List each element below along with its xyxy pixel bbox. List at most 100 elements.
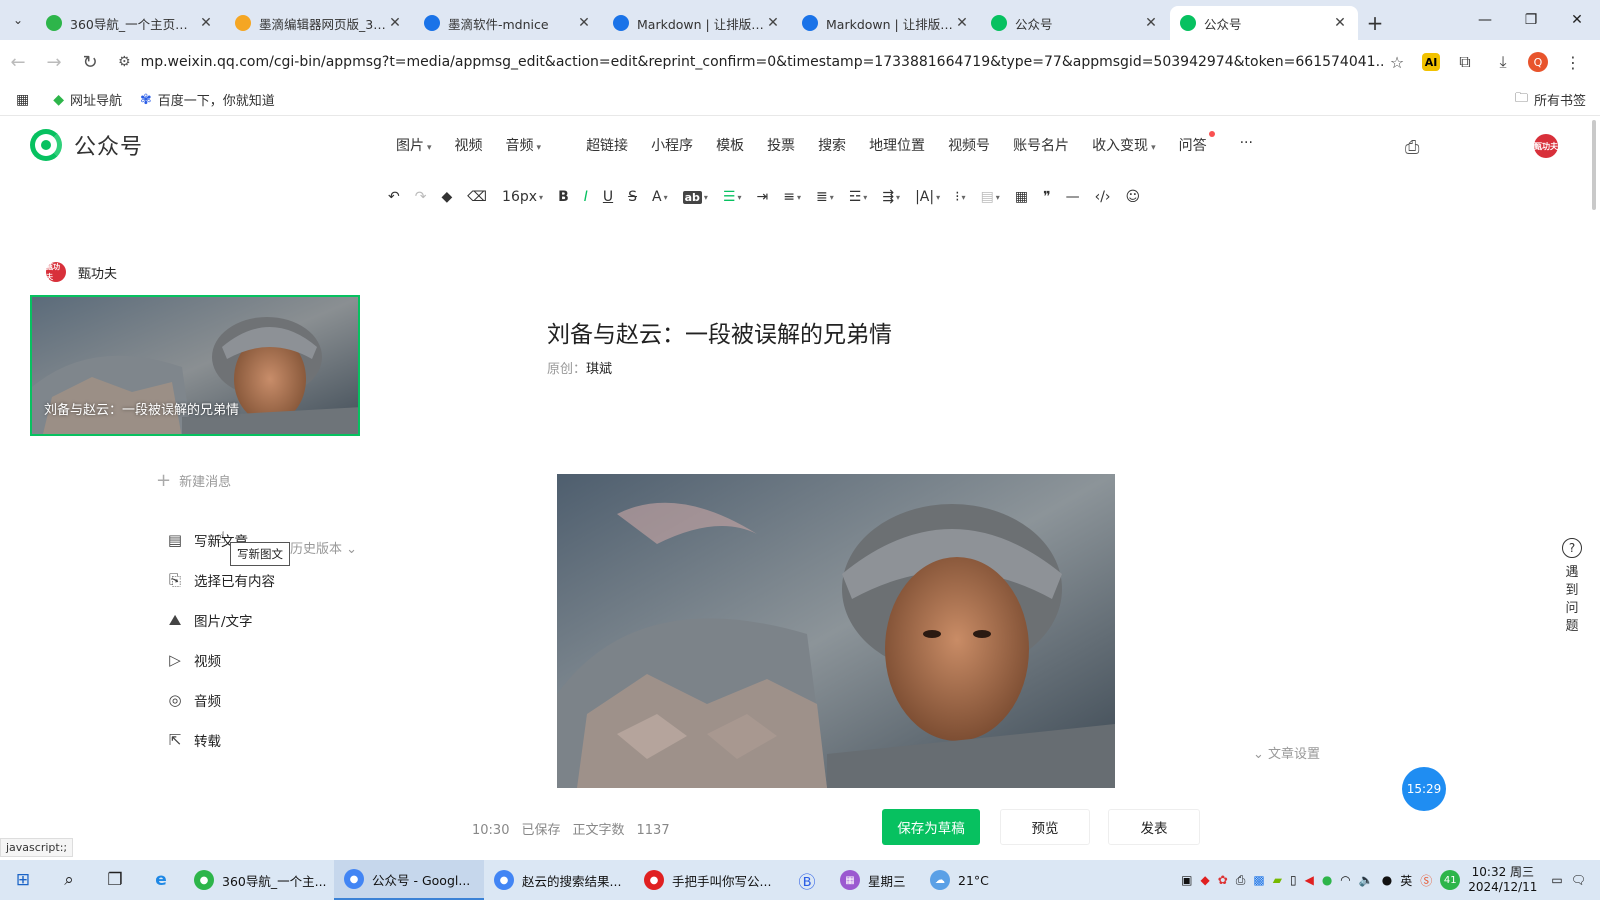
insert-menu-item[interactable]: 搜索 (818, 135, 846, 155)
more-menu-icon[interactable]: ··· (1240, 135, 1253, 155)
sogou-icon[interactable]: Ⓢ (1420, 872, 1432, 889)
show-desktop-icon[interactable]: ▭ (1551, 873, 1562, 887)
bullet-list-icon[interactable]: ⁝ (955, 189, 965, 205)
tab-search-button[interactable]: ⌄ (0, 0, 36, 40)
insert-menu-item[interactable]: 小程序 (651, 135, 693, 155)
mp-logo[interactable]: 公众号 (30, 129, 143, 161)
code-icon[interactable]: ‹/› (1095, 189, 1111, 205)
bold-icon[interactable]: B (558, 189, 569, 205)
forward-button[interactable]: → (36, 44, 72, 80)
font-color-icon[interactable]: A (652, 189, 668, 205)
insert-menu-item[interactable]: 图片 (396, 135, 432, 155)
line-height-icon[interactable]: ☲ (849, 189, 868, 205)
quote-icon[interactable]: ❞ (1043, 189, 1051, 205)
tray-app-icon[interactable]: ● (1322, 873, 1332, 887)
browser-tab[interactable]: 360导航_一个主页，整个世界✕ (36, 6, 224, 40)
browser-tab[interactable]: 公众号 ✕ (1170, 6, 1358, 40)
taskbar-app[interactable]: ● 360导航_一个主... (184, 860, 334, 900)
task-view-icon[interactable]: ❐ (92, 860, 138, 900)
menu-item[interactable]: ◎ 音频 (166, 680, 275, 720)
article-image[interactable] (557, 474, 1115, 788)
emoji-icon[interactable]: ☺ (1126, 189, 1141, 205)
browser-tab[interactable]: 公众号 ✕ (981, 6, 1169, 40)
indent-icon[interactable]: ⇥ (757, 189, 769, 205)
insert-menu-item[interactable]: 问答 (1179, 131, 1215, 155)
insert-menu-item[interactable]: 投票 (767, 135, 795, 155)
taskbar-app[interactable]: ● 手把手叫你写公... (634, 860, 784, 900)
tray-app-icon[interactable]: ◀ (1305, 873, 1314, 887)
close-tab-icon[interactable]: ✕ (765, 15, 781, 31)
article-cover-card[interactable]: 刘备与赵云：一段被误解的兄弟情 (30, 295, 360, 436)
align-center-icon[interactable]: ≡ (783, 189, 801, 205)
help-side-button[interactable]: ? 遇到问题 (1557, 538, 1587, 636)
indent-menu-icon[interactable]: ⇶ (882, 189, 900, 205)
insert-menu-item[interactable]: 收入变现 (1092, 135, 1156, 155)
article-title[interactable]: 刘备与赵云：一段被误解的兄弟情 (547, 315, 892, 349)
extensions-icon[interactable]: ⧉ (1452, 49, 1478, 75)
ime-indicator[interactable]: 英 (1400, 872, 1412, 889)
browser-tab[interactable]: Markdown | 让排版变 Nice✕ (603, 6, 791, 40)
menu-item[interactable]: ⛰ 图片/文字 (166, 600, 275, 640)
search-icon[interactable]: ⌕ (46, 860, 92, 900)
background-color-icon[interactable]: ab (682, 190, 708, 204)
insert-menu-item[interactable]: 地理位置 (869, 135, 925, 155)
clear-format-icon[interactable]: ⌫ (467, 189, 487, 205)
taskbar-app[interactable]: ● 公众号 - Googl... (334, 860, 484, 900)
bookmark-baidu[interactable]: ✾ 百度一下，你就知道 (140, 90, 275, 110)
ai-extension-icon[interactable]: AI (1422, 53, 1440, 71)
volume-icon[interactable]: 🔈 (1359, 873, 1374, 887)
site-info-icon[interactable]: ⚙ (118, 54, 131, 70)
all-bookmarks[interactable]: 🗀 所有书签 (1515, 89, 1586, 111)
wifi-icon[interactable]: ◠ (1340, 873, 1350, 887)
float-icon[interactable]: ▤ (981, 189, 1000, 205)
notification-center-icon[interactable]: 🗨 (1571, 873, 1586, 887)
letter-spacing-icon[interactable]: |A| (915, 189, 940, 205)
browser-tab[interactable]: 墨滴软件-mdnice ✕ (414, 6, 602, 40)
doc-sidebar-icon[interactable]: ⎙ (1405, 137, 1419, 158)
bluetooth-app-icon[interactable]: Ⓑ (784, 860, 830, 900)
apps-grid-icon[interactable]: ▦ (16, 92, 35, 108)
paragraph-spacing-icon[interactable]: ≣ (816, 189, 834, 205)
close-tab-icon[interactable]: ✕ (387, 15, 403, 31)
reload-button[interactable]: ↻ (72, 44, 108, 80)
article-byline[interactable]: 原创：琪斌 (547, 358, 612, 377)
close-tab-icon[interactable]: ✕ (1143, 15, 1159, 31)
tray-app-icon[interactable]: ▩ (1253, 873, 1264, 887)
nvidia-icon[interactable]: ▰ (1273, 873, 1282, 887)
browser-tab[interactable]: 墨滴编辑器网页版_360搜索✕ (225, 6, 413, 40)
insert-menu-item[interactable]: 超链接 (586, 135, 628, 155)
back-button[interactable]: ← (0, 44, 36, 80)
tray-app-icon[interactable]: ◆ (1200, 873, 1209, 887)
insert-menu-item[interactable]: 视频号 (948, 135, 990, 155)
battery-icon[interactable]: ▯ (1290, 873, 1297, 887)
menu-item[interactable]: ▷ 视频 (166, 640, 275, 680)
close-window-icon[interactable]: ✕ (1554, 0, 1600, 40)
underline-icon[interactable]: U (603, 189, 613, 205)
taskbar-calendar[interactable]: ▦ 星期三 (830, 860, 920, 900)
table-icon[interactable]: ▦ (1015, 189, 1028, 205)
close-tab-icon[interactable]: ✕ (1332, 15, 1348, 31)
preview-button[interactable]: 预览 (1000, 809, 1090, 845)
minimize-icon[interactable]: — (1462, 0, 1508, 40)
align-left-icon[interactable]: ☰ (723, 189, 742, 205)
taskbar-app[interactable]: ● 赵云的搜索结果... (484, 860, 634, 900)
close-tab-icon[interactable]: ✕ (954, 15, 970, 31)
close-tab-icon[interactable]: ✕ (576, 15, 592, 31)
history-version-button[interactable]: 历史版本 ⌄ (290, 538, 357, 557)
profile-avatar[interactable]: Q (1528, 52, 1548, 72)
close-tab-icon[interactable]: ✕ (198, 15, 214, 31)
save-draft-button[interactable]: 保存为草稿 (882, 809, 980, 845)
bookmark-nav[interactable]: ◆ 网址导航 (53, 90, 122, 110)
browser-menu-icon[interactable]: ⋮ (1560, 49, 1586, 75)
publish-button[interactable]: 发表 (1108, 809, 1200, 845)
bookmark-star-icon[interactable]: ☆ (1384, 49, 1410, 75)
url-field[interactable]: ⚙ mp.weixin.qq.com/cgi-bin/appmsg?t=medi… (108, 45, 1384, 79)
format-painter-icon[interactable]: ◆ (441, 189, 452, 205)
system-clock[interactable]: 10:32 周三 2024/12/11 (1468, 865, 1537, 895)
browser-tab[interactable]: Markdown | 让排版变 Nice✕ (792, 6, 980, 40)
ie-browser-icon[interactable]: e (138, 860, 184, 900)
header-avatar[interactable]: 甄功夫 (1534, 134, 1558, 158)
insert-menu-item[interactable]: 视频 (455, 135, 483, 155)
taskbar-weather[interactable]: ☁ 21°C (920, 860, 1010, 900)
download-icon[interactable]: ⤓ (1490, 49, 1516, 75)
